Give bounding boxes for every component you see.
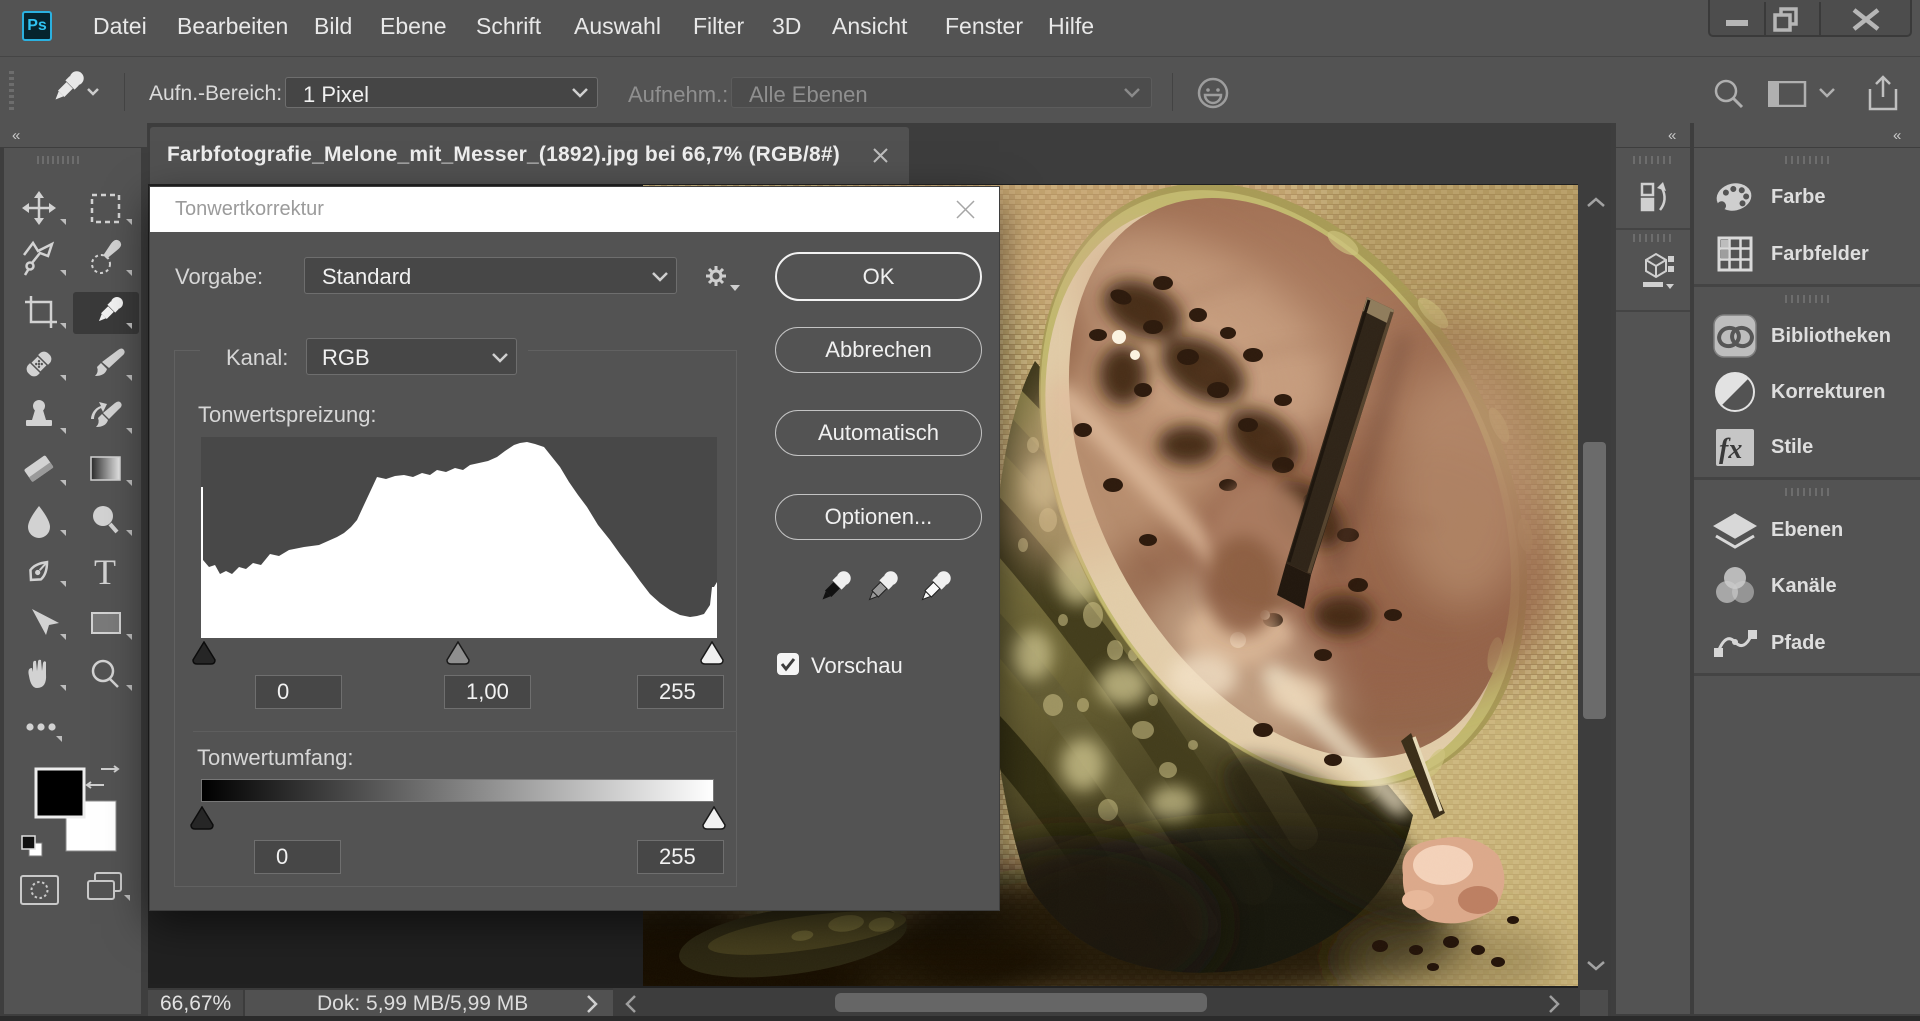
- svg-text:fx: fx: [1719, 434, 1742, 465]
- svg-text:T: T: [94, 552, 116, 592]
